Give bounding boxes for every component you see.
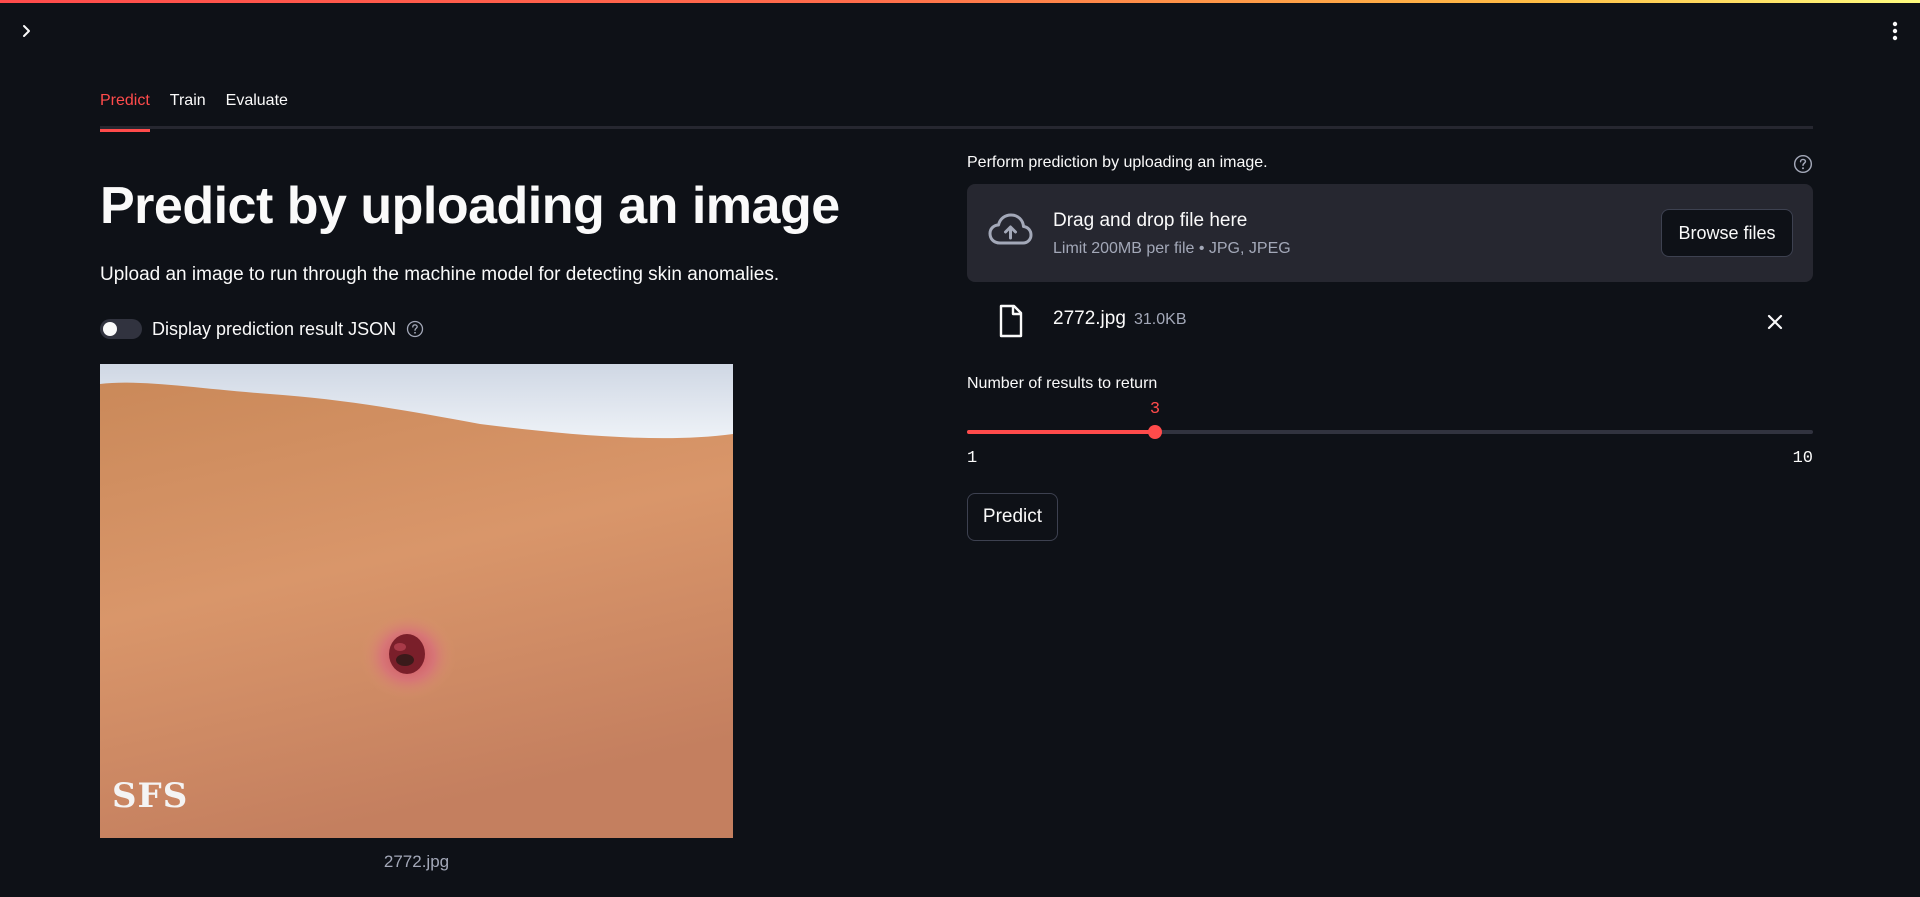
chevron-right-icon [23,25,30,37]
remove-file-button[interactable] [1763,310,1787,334]
page-description: Upload an image to run through the machi… [100,264,780,285]
json-toggle-label[interactable]: Display prediction result JSON [152,319,396,340]
json-toggle-switch[interactable] [100,319,142,339]
image-caption: 2772.jpg [383,852,450,871]
image-watermark: SFS [112,776,189,816]
slider-fill [967,430,1155,434]
uploaded-file-row: 2772.jpg 31.0KB [967,300,1813,342]
sidebar-toggle-button[interactable] [14,18,40,44]
json-toggle-row: Display prediction result JSON [100,316,424,342]
dropzone-subtitle: Limit 200MB per file • JPG, JPEG [1053,240,1291,257]
page-title: Predict by uploading an image [100,177,840,235]
uploaded-file-size: 31.0KB [1134,311,1187,328]
question-circle-icon[interactable] [1793,154,1813,179]
predict-button[interactable]: Predict [967,493,1058,541]
kebab-menu-icon [1892,21,1898,41]
file-dropzone[interactable]: Drag and drop file here Limit 200MB per … [967,184,1813,282]
slider-label: Number of results to return [967,375,1158,392]
toggle-knob [103,322,117,336]
results-count-slider[interactable]: 3 1 10 [967,400,1813,470]
cloud-upload-icon [988,213,1033,245]
tab-evaluate[interactable]: Evaluate [226,86,288,129]
file-icon [999,304,1023,338]
uploaded-file-name: 2772.jpg [1053,308,1126,329]
top-decoration-stripe [0,0,1920,3]
tab-train[interactable]: Train [170,86,206,129]
dropzone-title: Drag and drop file here [1053,210,1248,231]
browse-files-button[interactable]: Browse files [1661,209,1793,257]
tab-bar: Predict Train Evaluate [100,86,1813,132]
slider-max-label: 10 [1792,449,1813,468]
slider-thumb[interactable] [1148,425,1162,439]
main-menu-button[interactable] [1882,18,1908,44]
slider-min-label: 1 [967,449,978,468]
slider-value-label: 3 [1149,400,1161,419]
tab-predict[interactable]: Predict [100,86,150,132]
uploaded-image-preview: SFS [100,364,733,838]
question-circle-icon[interactable] [406,320,424,338]
close-icon [1767,314,1783,330]
uploader-label: Perform prediction by uploading an image… [967,154,1268,171]
